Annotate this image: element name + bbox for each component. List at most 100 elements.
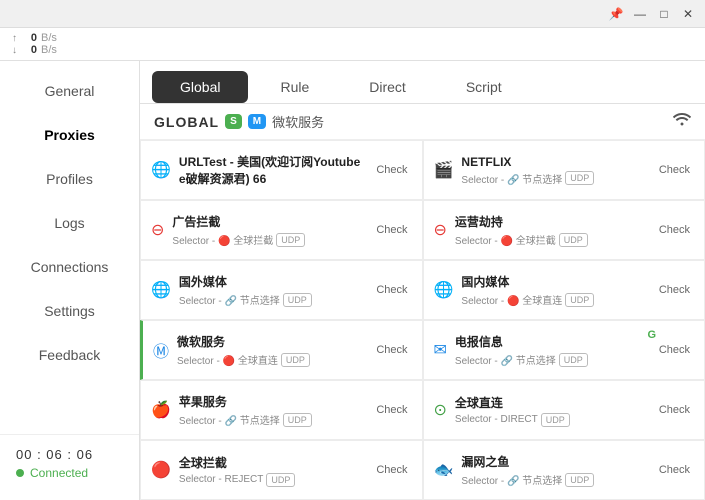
sidebar: General Proxies Profiles Logs Connection…	[0, 61, 140, 500]
tag-udp-foreign-media: UDP	[283, 293, 312, 307]
card-icon-hijack: ⊖	[434, 220, 447, 240]
card-name-microsoft: 微软服务	[177, 333, 364, 350]
check-button-leaking-fish[interactable]: Check	[655, 462, 694, 478]
card-name-leaking-fish: 漏网之鱼	[461, 453, 646, 470]
check-button-global-reject[interactable]: Check	[372, 462, 411, 478]
proxy-card-urltest: 🌐 URLTest - 美国(欢迎订阅Youtubee破解资源君) 66 Che…	[140, 140, 423, 200]
main-layout: General Proxies Profiles Logs Connection…	[0, 61, 705, 500]
tag-udp-global-reject: UDP	[266, 473, 295, 487]
download-unit: B/s	[41, 44, 57, 56]
connected-row: Connected	[16, 466, 123, 480]
card-icon-netflix: 🎬	[434, 160, 454, 180]
card-name-apple: 苹果服务	[179, 393, 364, 410]
check-button-domestic-media[interactable]: Check	[655, 282, 694, 298]
pin-button[interactable]: 📌	[607, 5, 625, 23]
tab-direct[interactable]: Direct	[341, 71, 434, 103]
download-value: 0	[21, 44, 37, 56]
proxy-card-domestic-media: 🌐 国内媒体 Selector - 🔴 全球直连 UDP Check	[423, 260, 705, 320]
global-title: GLOBAL	[154, 114, 219, 130]
sidebar-item-general[interactable]: General	[0, 69, 139, 113]
tag-udp-hijack: UDP	[559, 233, 588, 247]
card-icon-telegram: ✉	[434, 340, 447, 360]
sidebar-bottom: 00 : 06 : 06 Connected	[0, 434, 139, 492]
card-selector-leaking-fish: Selector - 🔗 节点选择 UDP	[461, 472, 646, 487]
close-button[interactable]: ✕	[679, 5, 697, 23]
check-button-global-direct[interactable]: Check	[655, 402, 694, 418]
card-selector-foreign-media: Selector - 🔗 节点选择 UDP	[179, 292, 364, 307]
tag-udp-telegram: UDP	[559, 353, 588, 367]
card-selector-hijack: Selector - 🔴 全球拦截 UDP	[455, 232, 647, 247]
card-name-global-reject: 全球拦截	[179, 454, 364, 471]
card-icon-global-direct: ⊙	[434, 400, 447, 420]
card-icon-domestic-media: 🌐	[434, 280, 454, 300]
badge-s: S	[225, 114, 242, 129]
global-service-name: 微软服务	[272, 112, 324, 131]
check-button-microsoft[interactable]: Check	[372, 342, 411, 358]
tab-global[interactable]: Global	[152, 71, 248, 103]
card-selector-ad-block: Selector - 🔴 全球拦截 UDP	[172, 232, 364, 247]
card-info-urltest: URLTest - 美国(欢迎订阅Youtubee破解资源君) 66	[179, 153, 364, 187]
tab-rule[interactable]: Rule	[252, 71, 337, 103]
card-info-global-direct: 全球直连 Selector - DIRECT UDP	[455, 394, 647, 427]
upload-arrow: ↑	[12, 33, 17, 44]
proxy-card-foreign-media: 🌐 国外媒体 Selector - 🔗 节点选择 UDP Check	[140, 260, 423, 320]
card-info-ad-block: 广告拦截 Selector - 🔴 全球拦截 UDP	[172, 213, 364, 247]
card-icon-urltest: 🌐	[151, 160, 171, 180]
check-button-urltest[interactable]: Check	[372, 162, 411, 178]
check-button-hijack[interactable]: Check	[655, 222, 694, 238]
card-info-leaking-fish: 漏网之鱼 Selector - 🔗 节点选择 UDP	[461, 453, 646, 487]
sidebar-item-logs[interactable]: Logs	[0, 201, 139, 245]
card-info-netflix: NETFLIX Selector - 🔗 节点选择 UDP	[461, 155, 646, 186]
check-button-netflix[interactable]: Check	[655, 162, 694, 178]
proxy-card-ad-block: ⊖ 广告拦截 Selector - 🔴 全球拦截 UDP Check	[140, 200, 423, 260]
card-name-global-direct: 全球直连	[455, 394, 647, 411]
card-info-telegram: 电报信息 Selector - 🔗 节点选择 UDP	[455, 333, 647, 367]
check-button-telegram[interactable]: Check	[655, 342, 694, 358]
card-name-ad-block: 广告拦截	[172, 213, 364, 230]
time-display: 00 : 06 : 06	[16, 447, 123, 462]
download-arrow: ↓	[12, 45, 17, 56]
card-info-apple: 苹果服务 Selector - 🔗 节点选择 UDP	[179, 393, 364, 427]
card-info-hijack: 运营劫持 Selector - 🔴 全球拦截 UDP	[455, 213, 647, 247]
tag-udp-global-direct: UDP	[541, 413, 570, 427]
proxy-card-netflix: 🎬 NETFLIX Selector - 🔗 节点选择 UDP Check	[423, 140, 705, 200]
sidebar-item-proxies[interactable]: Proxies	[0, 113, 139, 157]
card-selector-global-direct: Selector - DIRECT UDP	[455, 413, 647, 427]
tab-bar: Global Rule Direct Script	[140, 61, 705, 104]
card-name-domestic-media: 国内媒体	[461, 273, 646, 290]
tag-udp-apple: UDP	[283, 413, 312, 427]
proxy-card-leaking-fish: 🐟 漏网之鱼 Selector - 🔗 节点选择 UDP Check	[423, 440, 705, 500]
card-icon-microsoft: Ⓜ	[153, 338, 169, 362]
card-icon-ad-block: ⊖	[151, 220, 164, 240]
maximize-button[interactable]: □	[655, 5, 673, 23]
tag-udp-microsoft: UDP	[281, 353, 310, 367]
card-info-global-reject: 全球拦截 Selector - REJECT UDP	[179, 454, 364, 487]
card-info-microsoft: 微软服务 Selector - 🔴 全球直连 UDP	[177, 333, 364, 367]
stats-bar: ↑ 0 B/s ↓ 0 B/s	[0, 28, 705, 61]
sidebar-item-feedback[interactable]: Feedback	[0, 333, 139, 377]
card-icon-foreign-media: 🌐	[151, 280, 171, 300]
card-selector-global-reject: Selector - REJECT UDP	[179, 473, 364, 487]
sidebar-item-connections[interactable]: Connections	[0, 245, 139, 289]
tab-script[interactable]: Script	[438, 71, 530, 103]
proxy-card-hijack: ⊖ 运营劫持 Selector - 🔴 全球拦截 UDP Check	[423, 200, 705, 260]
check-button-ad-block[interactable]: Check	[372, 222, 411, 238]
global-header: GLOBAL S M 微软服务	[140, 104, 705, 140]
card-selector-apple: Selector - 🔗 节点选择 UDP	[179, 412, 364, 427]
sidebar-item-profiles[interactable]: Profiles	[0, 157, 139, 201]
minimize-button[interactable]: —	[631, 5, 649, 23]
card-name-urltest: URLTest - 美国(欢迎订阅Youtubee破解资源君) 66	[179, 153, 364, 187]
card-name-hijack: 运营劫持	[455, 213, 647, 230]
content-area: Global Rule Direct Script GLOBAL S M 微软服…	[140, 61, 705, 500]
tag-udp-netflix: UDP	[565, 171, 594, 185]
card-info-foreign-media: 国外媒体 Selector - 🔗 节点选择 UDP	[179, 273, 364, 307]
sidebar-item-settings[interactable]: Settings	[0, 289, 139, 333]
card-selector-telegram: Selector - 🔗 节点选择 UDP	[455, 352, 647, 367]
card-icon-apple: 🍎	[151, 400, 171, 420]
g-label-telegram: G	[647, 329, 656, 341]
card-info-domestic-media: 国内媒体 Selector - 🔴 全球直连 UDP	[461, 273, 646, 307]
check-button-apple[interactable]: Check	[372, 402, 411, 418]
tag-udp-domestic-media: UDP	[565, 293, 594, 307]
check-button-foreign-media[interactable]: Check	[372, 282, 411, 298]
badge-m: M	[248, 114, 266, 129]
